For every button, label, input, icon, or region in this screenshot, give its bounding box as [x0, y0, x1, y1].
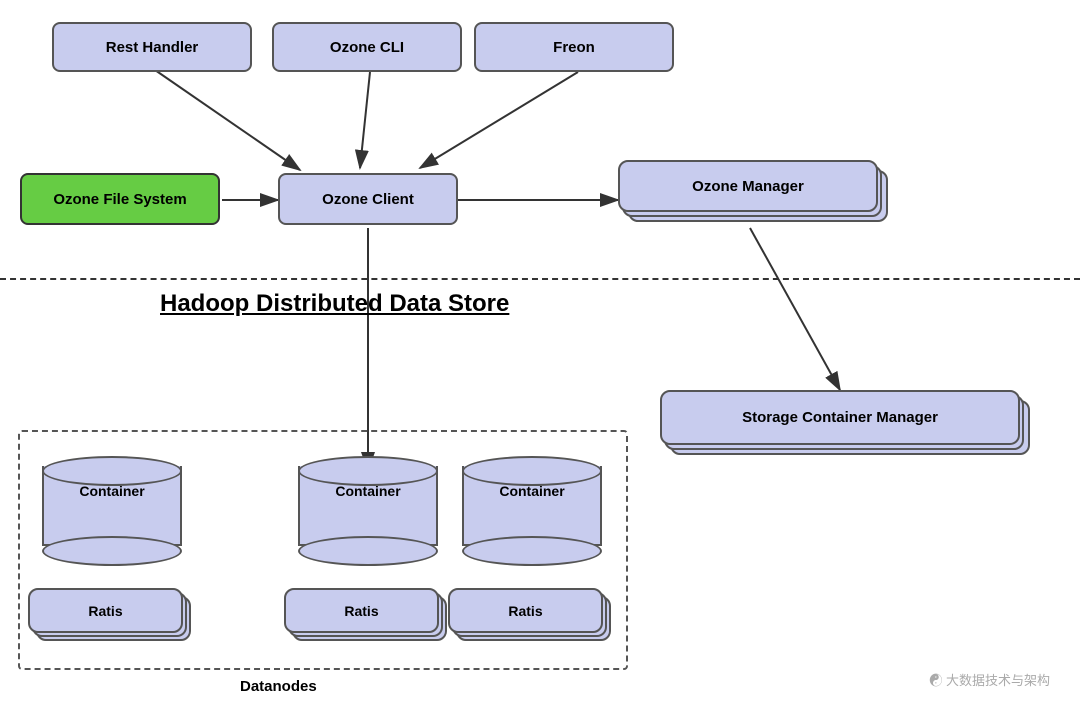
rest-handler-box: Rest Handler — [52, 22, 252, 72]
ozone-file-system-box: Ozone File System — [20, 173, 220, 225]
ozone-client-box: Ozone Client — [278, 173, 458, 225]
ozone-manager-stack: Ozone Manager — [618, 160, 888, 230]
freon-box: Freon — [474, 22, 674, 72]
dashed-separator — [0, 278, 1080, 280]
storage-container-manager-stack: Storage Container Manager — [660, 390, 1030, 462]
hadoop-title: Hadoop Distributed Data Store — [160, 290, 509, 318]
datanodes-label: Datanodes — [240, 678, 317, 695]
watermark: ☯ 大数据技术与架构 — [929, 670, 1050, 689]
diagram-container: Hadoop Distributed Data Store Rest Handl… — [0, 0, 1080, 707]
ozone-cli-box: Ozone CLI — [272, 22, 462, 72]
